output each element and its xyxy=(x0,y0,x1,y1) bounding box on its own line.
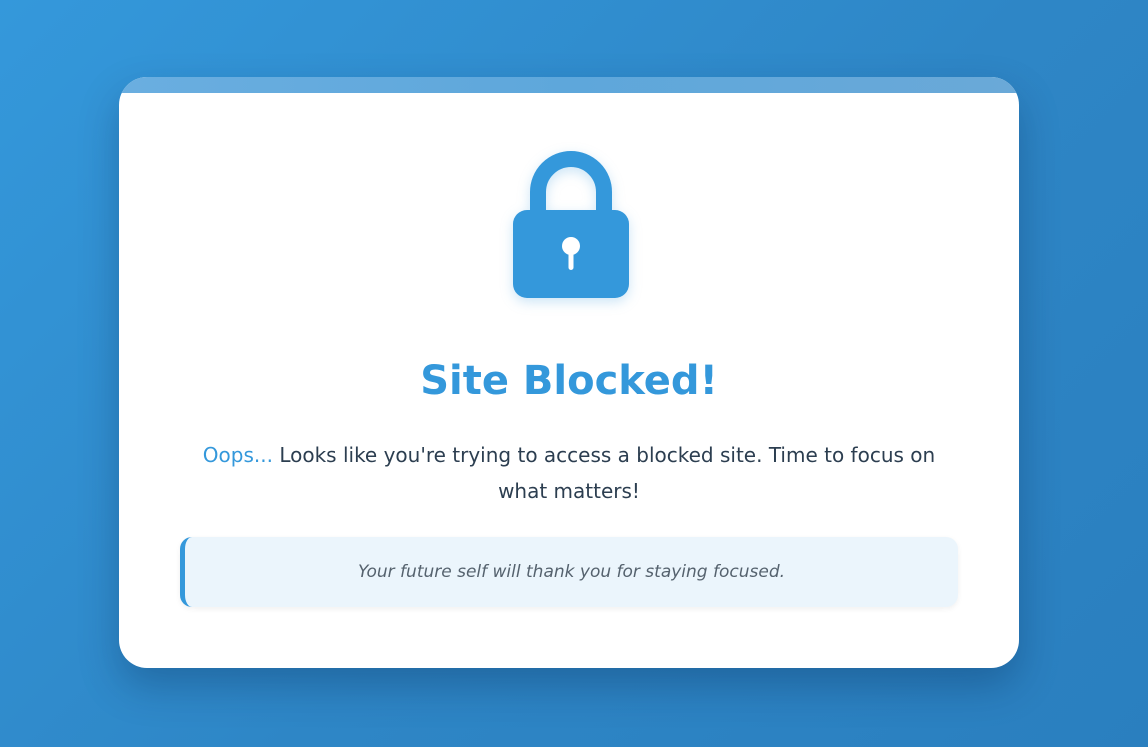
motivational-quote: Your future self will thank you for stay… xyxy=(180,537,958,607)
quote-text: Your future self will thank you for stay… xyxy=(357,562,786,582)
blocked-card: Site Blocked! Oops... Looks like you're … xyxy=(119,77,1019,668)
block-message: Oops... Looks like you're trying to acce… xyxy=(179,437,959,509)
oops-text: Oops... xyxy=(202,443,273,467)
block-message-body: Looks like you're trying to access a blo… xyxy=(272,443,936,503)
card-accent-bar xyxy=(119,77,1019,93)
page-title: Site Blocked! xyxy=(420,358,718,404)
lock-icon xyxy=(511,148,631,304)
